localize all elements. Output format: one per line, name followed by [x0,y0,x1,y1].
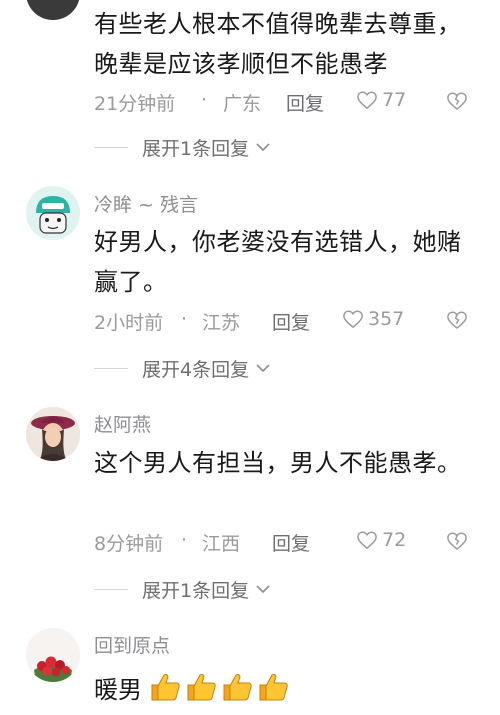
dislike-button[interactable] [446,310,468,330]
expand-replies[interactable]: 展开4条回复 [94,353,271,383]
divider [94,146,128,148]
like-count: 357 [368,308,405,330]
comment-location: 广东 [223,93,262,115]
expand-label: 展开4条回复 [142,358,250,381]
comment-username[interactable]: 回到原点 [94,631,170,658]
comment-time: 21分钟前 [94,93,176,115]
broken-heart-icon [447,92,467,110]
avatar[interactable] [26,186,80,240]
like-button[interactable]: 77 [356,89,406,111]
expand-label: 展开1条回复 [142,137,250,160]
comment-text: 这个男人有担当，男人不能愚孝。 [94,449,462,477]
comment-meta: 2小时前 · 江苏 回复 357 [94,308,484,338]
like-button[interactable]: 357 [342,308,404,330]
comment-time: 8分钟前 [94,533,164,555]
comment-location: 江西 [202,533,241,555]
expand-replies[interactable]: 展开1条回复 [94,574,271,604]
chevron-down-icon [256,364,270,373]
reply-button[interactable]: 回复 [272,529,310,556]
comment-text: 暖男 [94,675,142,704]
dislike-button[interactable] [446,531,468,551]
heart-icon [357,531,377,550]
comment-username[interactable]: 冷眸 ~ 残言 [94,190,198,217]
meta-separator: · [181,529,188,551]
comment-text-row: 暖男 [94,667,290,707]
avatar[interactable] [26,628,80,682]
meta-separator: · [181,308,188,330]
comment-time: 2小时前 [94,312,164,334]
heart-icon [343,310,363,329]
thumbs-up-icon [187,673,216,701]
avatar-flowers-icon [26,628,80,682]
reply-button[interactable]: 回复 [272,308,310,335]
divider [94,367,128,369]
comment-meta: 21分钟前 · 广东 回复 77 [94,89,484,119]
chevron-down-icon [256,143,270,152]
like-count: 72 [382,529,407,551]
meta-separator: · [201,89,208,111]
divider [94,588,128,590]
broken-heart-icon [447,311,467,329]
comment-username[interactable]: 赵阿燕 [94,410,151,437]
avatar-photo-icon [26,407,80,461]
chevron-down-icon [256,585,270,594]
heart-icon [357,91,377,110]
broken-heart-icon [447,532,467,550]
thumbs-up-icon [151,673,180,701]
avatar-cartoon-icon [26,186,80,240]
like-count: 77 [382,89,407,111]
avatar[interactable] [26,0,80,20]
expand-replies[interactable]: 展开1条回复 [94,132,271,162]
thumbs-up-icon [223,673,252,701]
dislike-button[interactable] [446,91,468,111]
reply-button[interactable]: 回复 [286,89,324,116]
comment-text: 好男人，你老婆没有选错人，她赌赢了。 [94,228,462,296]
comment-meta: 8分钟前 · 江西 回复 72 [94,529,484,559]
like-button[interactable]: 72 [356,529,406,551]
expand-label: 展开1条回复 [142,579,250,602]
comment-text: 有些老人根本不值得晚辈去尊重，晚辈是应该孝顺但不能愚孝 [94,10,462,78]
avatar[interactable] [26,407,80,461]
thumbs-up-icon [259,673,288,701]
comment-location: 江苏 [202,312,241,334]
